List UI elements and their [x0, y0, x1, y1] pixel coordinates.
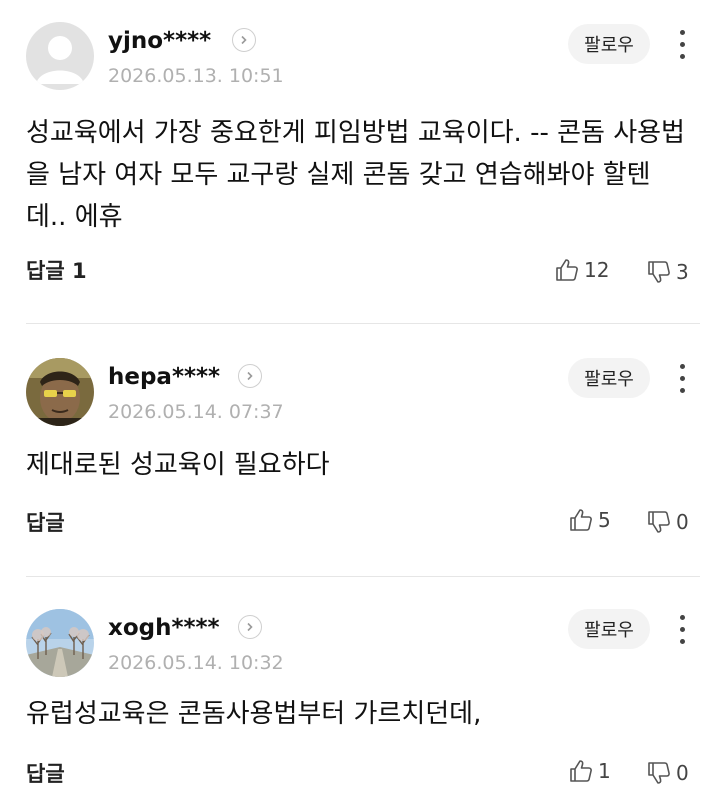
comment-item: yjno**** 2026.05.13. 10:51 팔로우 성교육에서 가장 …	[0, 0, 720, 320]
default-avatar-icon	[26, 22, 94, 90]
dislike-button[interactable]: 3	[646, 258, 689, 286]
photo-avatar-trees-icon	[26, 609, 94, 677]
avatar[interactable]	[26, 609, 94, 677]
reply-button[interactable]: 답글	[26, 761, 65, 787]
timestamp: 2026.05.14. 07:37	[108, 401, 284, 423]
timestamp: 2026.05.13. 10:51	[108, 65, 284, 87]
chevron-right-icon[interactable]	[238, 364, 262, 388]
username[interactable]: hepa****	[108, 364, 220, 390]
thumbs-down-icon	[648, 511, 670, 533]
reply-button[interactable]: 답글 1	[26, 258, 87, 284]
dislike-count: 0	[676, 510, 689, 534]
more-options-icon[interactable]	[672, 28, 692, 62]
timestamp: 2026.05.14. 10:32	[108, 652, 284, 674]
follow-button[interactable]: 팔로우	[568, 24, 650, 64]
chevron-right-icon[interactable]	[232, 28, 256, 52]
dislike-count: 0	[676, 761, 689, 785]
thumbs-up-icon	[556, 259, 578, 281]
avatar[interactable]	[26, 22, 94, 90]
comment-text: 유럽성교육은 콘돔사용법부터 가르치던데,	[26, 699, 482, 729]
avatar[interactable]	[26, 358, 94, 426]
dislike-button[interactable]: 0	[646, 508, 689, 536]
like-button[interactable]: 1	[568, 757, 611, 785]
thumbs-up-icon	[570, 760, 592, 782]
comment-text: 제대로된 성교육이 필요하다	[26, 450, 330, 480]
dislike-count: 3	[676, 260, 689, 284]
follow-button[interactable]: 팔로우	[568, 609, 650, 649]
like-count: 5	[598, 508, 611, 532]
like-count: 1	[598, 759, 611, 783]
follow-button[interactable]: 팔로우	[568, 358, 650, 398]
like-button[interactable]: 12	[554, 256, 609, 284]
more-options-icon[interactable]	[672, 613, 692, 647]
comment-text: 성교육에서 가장 중요한게 피임방법 교육이다. -- 콘돔 사용법을 남자 여…	[26, 118, 685, 232]
thumbs-down-icon	[648, 261, 670, 283]
like-count: 12	[584, 258, 610, 282]
chevron-right-icon[interactable]	[238, 615, 262, 639]
comment-feed: yjno**** 2026.05.13. 10:51 팔로우 성교육에서 가장 …	[0, 0, 720, 812]
thumbs-up-icon	[570, 509, 592, 531]
like-button[interactable]: 5	[568, 506, 611, 534]
username[interactable]: xogh****	[108, 615, 220, 641]
username[interactable]: yjno****	[108, 28, 211, 54]
comment-item: hepa**** 2026.05.14. 07:37 팔로우 제대로된 성교육이…	[0, 324, 720, 574]
comment-item: xogh**** 2026.05.14. 10:32 팔로우 유럽성교육은 콘돔…	[0, 577, 720, 812]
more-options-icon[interactable]	[672, 362, 692, 396]
dislike-button[interactable]: 0	[646, 759, 689, 787]
photo-avatar-face-icon	[26, 358, 94, 426]
thumbs-down-icon	[648, 762, 670, 784]
reply-button[interactable]: 답글	[26, 510, 65, 536]
